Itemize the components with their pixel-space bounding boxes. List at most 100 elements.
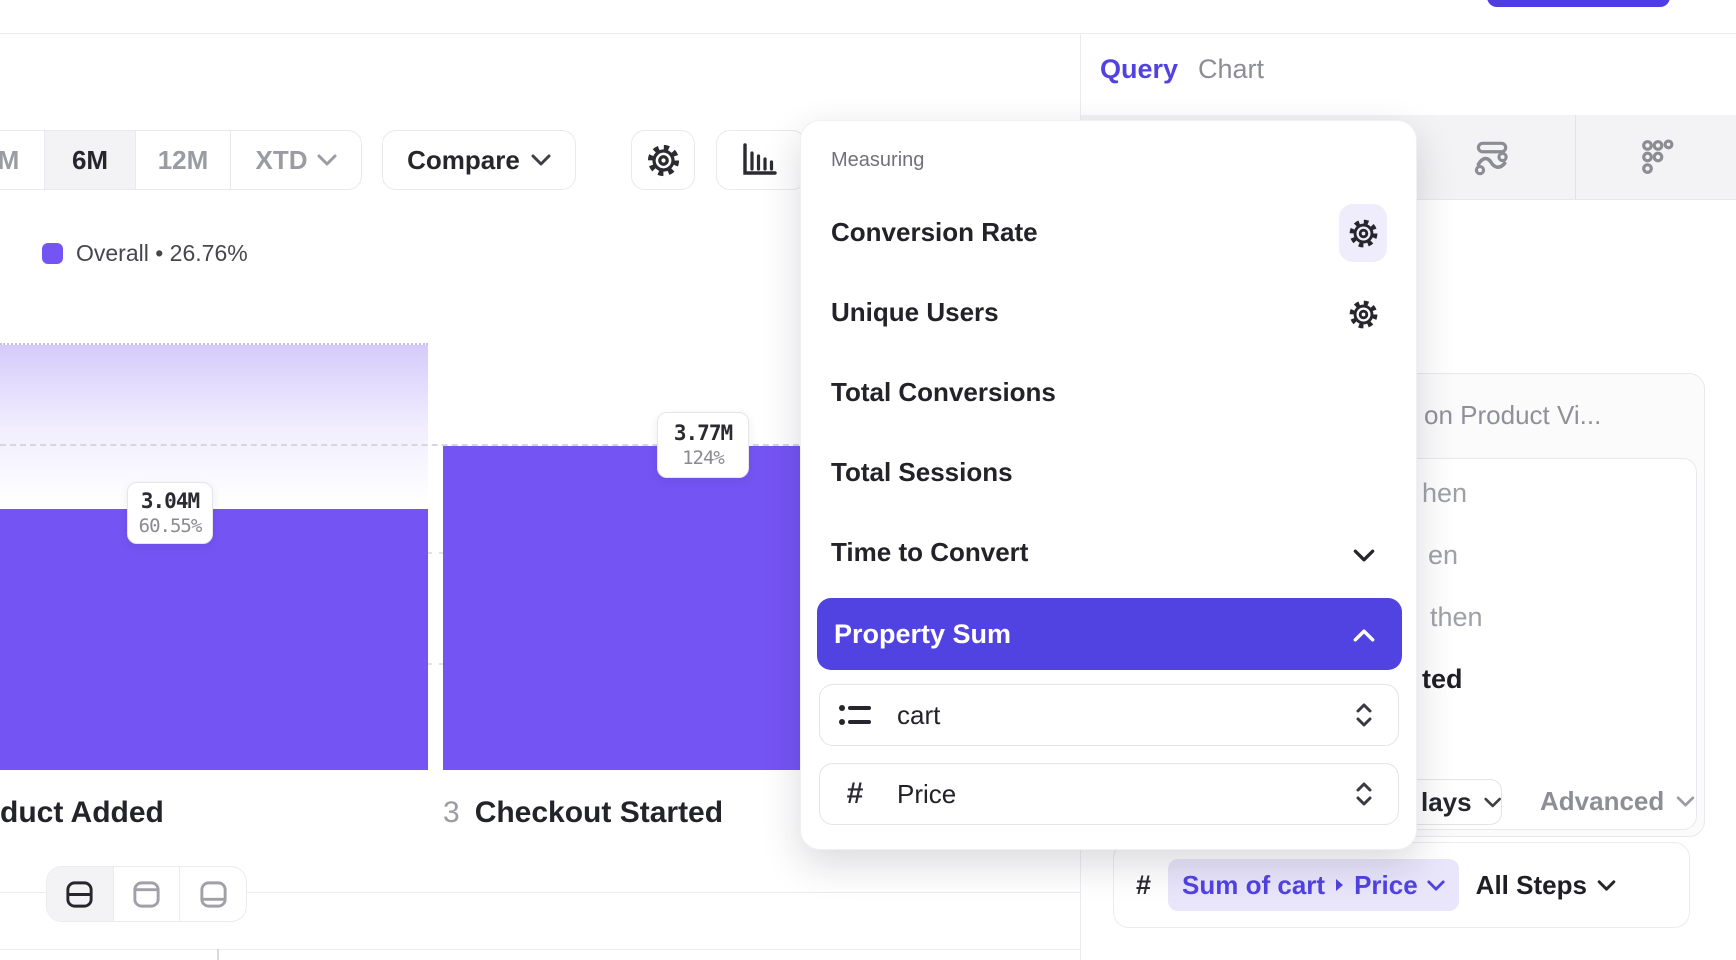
chevron-down-icon[interactable] xyxy=(1353,549,1375,562)
query-section-header: on Product Vi... xyxy=(1424,400,1601,431)
chevron-down-icon xyxy=(1597,880,1616,891)
chart-type-button[interactable] xyxy=(716,130,806,190)
gear-icon xyxy=(1347,298,1380,331)
funnel-bar-product-added[interactable] xyxy=(0,509,428,770)
chevron-down-icon xyxy=(1484,797,1501,808)
range-1m-label: M xyxy=(0,145,19,176)
menu-item-label: Total Sessions xyxy=(831,457,1013,487)
gear-icon xyxy=(645,142,682,179)
chart-settings-button[interactable] xyxy=(631,130,695,190)
bottom-section-tick xyxy=(217,949,219,960)
conversion-text: 60.55% xyxy=(139,515,202,537)
property-select-value: Price xyxy=(897,779,956,810)
number-icon: # xyxy=(837,777,873,811)
bottom-section-divider xyxy=(0,949,1080,950)
range-1m[interactable]: M xyxy=(0,131,45,189)
range-xtd-label: XTD xyxy=(256,145,308,176)
property-select-value: cart xyxy=(897,700,940,731)
conversion-rate-settings-button[interactable] xyxy=(1339,204,1387,262)
panel-layout-toggle-group xyxy=(46,866,247,922)
pill-property-label: Sum of cart xyxy=(1182,870,1325,901)
conversion-window-label: lays xyxy=(1421,787,1472,818)
app-window: M 6M 12M XTD Compare Overall • 26.76% xyxy=(0,0,1736,960)
unique-users-settings-button[interactable] xyxy=(1339,285,1387,343)
range-12m-label: 12M xyxy=(158,145,209,176)
unfold-icon xyxy=(1354,702,1374,728)
chevron-down-icon xyxy=(317,154,337,166)
legend-item-overall[interactable]: Overall • 26.76% xyxy=(42,240,248,267)
step-row-fragment-selected[interactable]: ted xyxy=(1422,664,1463,695)
step-label-product-added: duct Added xyxy=(0,796,164,830)
menu-item-label: Unique Users xyxy=(831,297,999,327)
step-name: duct Added xyxy=(0,796,164,829)
menu-item-conversion-rate[interactable]: Conversion Rate xyxy=(831,217,1038,248)
step-name: Checkout Started xyxy=(475,796,723,829)
primary-action-button[interactable] xyxy=(1487,0,1670,7)
gear-icon xyxy=(1347,217,1380,250)
tab-chart-label: Chart xyxy=(1198,54,1264,84)
layout-split-top-icon xyxy=(131,879,162,910)
chevron-down-icon xyxy=(531,154,551,166)
menu-section-label: Measuring xyxy=(831,149,924,172)
step-row-fragment[interactable]: en xyxy=(1428,540,1458,571)
menu-item-property-sum-selected[interactable]: Property Sum xyxy=(817,598,1402,670)
step-label-checkout-started: 3 Checkout Started xyxy=(443,796,723,830)
value-text: 3.04M xyxy=(141,489,199,513)
range-xtd[interactable]: XTD xyxy=(231,131,361,189)
measurement-step-row: # Sum of cart Price All Steps xyxy=(1113,842,1690,928)
legend-label: Overall • 26.76% xyxy=(76,240,248,267)
conversion-text: 124% xyxy=(682,447,724,469)
menu-item-total-conversions[interactable]: Total Conversions xyxy=(831,377,1056,408)
menu-item-label: Time to Convert xyxy=(831,537,1028,567)
tab-query-label: Query xyxy=(1100,54,1178,84)
layout-split-bottom-icon xyxy=(198,879,229,910)
property-select-cart[interactable]: cart xyxy=(819,684,1399,746)
value-text: 3.77M xyxy=(674,421,732,445)
step-row-fragment[interactable]: then xyxy=(1430,602,1483,633)
value-label-product-added: 3.04M 60.55% xyxy=(127,482,213,544)
menu-item-unique-users[interactable]: Unique Users xyxy=(831,297,999,328)
bar-chart-icon xyxy=(741,143,777,177)
menu-item-label: Property Sum xyxy=(834,619,1011,650)
unfold-icon xyxy=(1354,781,1374,807)
layout-split-middle-button[interactable] xyxy=(47,867,114,921)
property-select-price[interactable]: # Price xyxy=(819,763,1399,825)
date-range-segmented-control: M 6M 12M XTD xyxy=(0,130,362,190)
layout-split-bottom-button[interactable] xyxy=(180,867,246,921)
tab-chart[interactable]: Chart xyxy=(1198,54,1264,85)
advanced-button[interactable]: Advanced xyxy=(1540,786,1695,817)
range-6m[interactable]: 6M xyxy=(45,131,136,189)
flows-icon xyxy=(1470,136,1512,178)
compare-label: Compare xyxy=(407,145,520,176)
menu-item-label: Conversion Rate xyxy=(831,217,1038,247)
all-steps-label: All Steps xyxy=(1476,870,1587,901)
measuring-dropdown-menu: Measuring Conversion Rate Unique Users T… xyxy=(800,120,1417,850)
menu-item-total-sessions[interactable]: Total Sessions xyxy=(831,457,1013,488)
dots-grid-icon xyxy=(1637,136,1679,178)
step-row-fragment[interactable]: hen xyxy=(1422,478,1467,509)
range-6m-label: 6M xyxy=(72,145,108,176)
layout-split-middle-icon xyxy=(64,879,95,910)
value-label-checkout-started: 3.77M 124% xyxy=(657,412,749,478)
property-sum-pill-dropdown[interactable]: Sum of cart Price xyxy=(1168,859,1459,911)
funnel-bar-previous-total-area xyxy=(0,343,428,510)
chevron-down-icon xyxy=(1676,796,1695,807)
menu-item-label: Total Conversions xyxy=(831,377,1056,407)
list-icon xyxy=(837,702,873,728)
arrow-right-icon xyxy=(1334,878,1345,892)
chevron-up-icon[interactable] xyxy=(1353,629,1375,642)
retention-view-button[interactable] xyxy=(1627,126,1689,188)
number-property-icon: # xyxy=(1136,870,1151,901)
flows-view-button[interactable] xyxy=(1460,126,1522,188)
toolbar-strip-divider xyxy=(1575,115,1576,199)
layout-split-top-button[interactable] xyxy=(114,867,181,921)
advanced-label: Advanced xyxy=(1540,786,1664,817)
all-steps-dropdown[interactable]: All Steps xyxy=(1476,870,1616,901)
menu-item-time-to-convert[interactable]: Time to Convert xyxy=(831,537,1028,568)
header-divider xyxy=(0,33,1736,34)
step-number: 3 xyxy=(443,796,460,829)
tab-query[interactable]: Query xyxy=(1100,54,1178,85)
range-12m[interactable]: 12M xyxy=(136,131,231,189)
chevron-down-icon xyxy=(1427,880,1445,891)
compare-button[interactable]: Compare xyxy=(382,130,576,190)
